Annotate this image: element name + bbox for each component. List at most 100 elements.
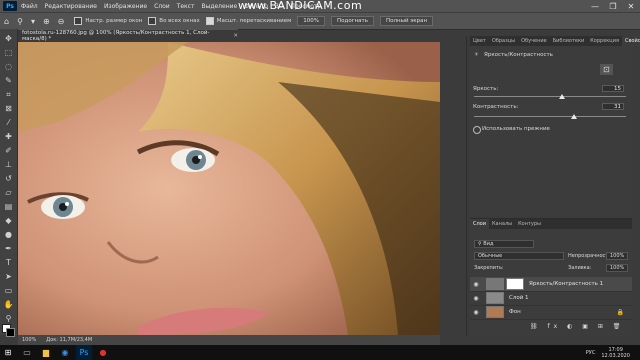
opacity-input[interactable]: 100%	[606, 252, 628, 260]
contrast-label: Контрастность:	[473, 104, 519, 110]
mask-icon[interactable]: ⊡	[600, 64, 613, 75]
layer-thumbnail	[486, 292, 504, 304]
crop-tool-icon[interactable]: ⌗	[3, 89, 14, 100]
tab-swatches[interactable]: Образцы	[489, 36, 518, 46]
status-doc-size: Док: 11,7М/23,4М	[46, 337, 93, 343]
document-canvas[interactable]	[18, 42, 440, 335]
tab-paths[interactable]: Контуры	[515, 219, 544, 229]
lock-label: Закрепить:	[474, 265, 504, 271]
tab-channels[interactable]: Каналы	[489, 219, 515, 229]
minimize-icon[interactable]: —	[586, 0, 604, 12]
path-select-icon[interactable]: ➤	[3, 271, 14, 282]
type-tool-icon[interactable]: T	[3, 257, 14, 268]
language-indicator[interactable]: РУС	[586, 350, 596, 356]
visibility-eye-icon[interactable]: ◉	[470, 309, 482, 316]
quick-select-tool-icon[interactable]: ✎	[3, 75, 14, 86]
history-brush-icon[interactable]: ↺	[3, 173, 14, 184]
zoom-in-icon[interactable]: ⊕	[43, 17, 50, 26]
resize-windows-checkbox[interactable]	[74, 17, 83, 25]
maximize-icon[interactable]: ❐	[604, 0, 622, 12]
fill-input[interactable]: 100%	[606, 264, 628, 272]
layer-row[interactable]: ◉ Слой 1	[470, 291, 632, 306]
lock-icon: 🔒	[616, 308, 624, 316]
blur-tool-icon[interactable]: ◆	[3, 215, 14, 226]
eraser-tool-icon[interactable]: ▱	[3, 187, 14, 198]
document-tab[interactable]: fotostola.ru-128760.jpg @ 100% (Яркость/…	[18, 29, 238, 42]
visibility-eye-icon[interactable]: ◉	[470, 295, 482, 302]
layers-bottom-toolbar[interactable]: ⛓ fx ◐ ▣ ⊞ 🗑	[530, 323, 624, 330]
brightness-slider-thumb[interactable]	[559, 94, 566, 99]
contrast-slider-track[interactable]	[474, 116, 626, 117]
window-controls: — ❐ ✕	[586, 0, 640, 12]
layer-filter-select[interactable]: ⚲ Вид	[474, 240, 534, 248]
tab-properties[interactable]: Свойства	[621, 36, 640, 46]
home-icon[interactable]: ⌂	[4, 17, 9, 26]
close-document-icon[interactable]: ✕	[233, 33, 238, 39]
layer-mask-thumbnail[interactable]	[506, 278, 524, 290]
rectangle-tool-icon[interactable]: ▭	[3, 285, 14, 296]
zoom-tool-small-icon[interactable]: ⚲	[3, 313, 14, 324]
clone-stamp-icon[interactable]: ⊥	[3, 159, 14, 170]
menu-type[interactable]: Текст	[177, 3, 195, 10]
fill-screen-button[interactable]: Полный экран	[380, 16, 434, 26]
lasso-tool-icon[interactable]: ◌	[3, 61, 14, 72]
healing-brush-icon[interactable]: ✚	[3, 131, 14, 142]
layer-filter-value: Вид	[483, 241, 494, 247]
fit-screen-button[interactable]: Подогнать	[331, 16, 375, 26]
layer-row[interactable]: ◉ Яркость/Контрастность 1	[470, 277, 632, 292]
tools-panel: ✥ ⬚ ◌ ✎ ⌗ ⊠ ⁄ ✚ ✐ ⊥ ↺ ▱ ▤ ◆ ● ✒ T ➤ ▭ ✋ …	[0, 29, 18, 337]
fill-label: Заливка:	[568, 265, 592, 271]
menu-image[interactable]: Изображение	[104, 3, 147, 10]
brightness-value[interactable]: 15	[602, 85, 624, 92]
bandicam-taskbar-icon[interactable]: ●	[95, 345, 111, 360]
browser-icon[interactable]: ◉	[57, 345, 73, 360]
tab-adjustments[interactable]: Коррекция	[587, 36, 622, 46]
layer-name: Слой 1	[509, 295, 529, 301]
clock[interactable]: 17:09 12.03.2020	[601, 347, 630, 359]
options-bar: ⌂ ⚲ ▾ ⊕ ⊖ Настр. размер окон Во всех окн…	[0, 12, 640, 30]
zoom-100-button[interactable]: 100%	[297, 16, 326, 26]
tab-color[interactable]: Цвет	[470, 36, 489, 46]
tab-learn[interactable]: Обучение	[518, 36, 550, 46]
chevron-down-icon[interactable]: ▾	[31, 17, 35, 26]
move-tool-icon[interactable]: ✥	[3, 33, 14, 44]
layer-name: Фон	[509, 309, 521, 315]
tab-layers[interactable]: Слои	[470, 219, 489, 229]
use-legacy-radio[interactable]	[473, 126, 481, 134]
close-icon[interactable]: ✕	[622, 0, 640, 12]
pen-tool-icon[interactable]: ✒	[3, 243, 14, 254]
windows-taskbar: ⊞ ▭ ▆ ◉ Ps ● РУС 17:09 12.03.2020	[0, 345, 640, 360]
layer-row[interactable]: ◉ Фон 🔒	[470, 305, 632, 320]
scrubby-zoom-checkbox[interactable]	[205, 17, 214, 25]
brush-tool-icon[interactable]: ✐	[3, 145, 14, 156]
photoshop-logo-icon[interactable]: Ps	[3, 1, 17, 11]
marquee-tool-icon[interactable]: ⬚	[3, 47, 14, 58]
start-icon[interactable]: ⊞	[0, 345, 16, 360]
layer-name: Яркость/Контрастность 1	[529, 281, 604, 287]
menu-select[interactable]: Выделение	[201, 3, 237, 10]
file-explorer-icon[interactable]: ▆	[38, 345, 54, 360]
visibility-eye-icon[interactable]: ◉	[470, 281, 482, 288]
background-color-swatch[interactable]	[6, 328, 15, 337]
contrast-value[interactable]: 31	[602, 103, 624, 110]
gradient-tool-icon[interactable]: ▤	[3, 201, 14, 212]
menu-edit[interactable]: Редактирование	[45, 3, 97, 10]
contrast-slider-thumb[interactable]	[571, 114, 578, 119]
brightness-contrast-icon: ☀	[474, 52, 479, 58]
eyedropper-tool-icon[interactable]: ⁄	[3, 117, 14, 128]
dodge-tool-icon[interactable]: ●	[3, 229, 14, 240]
task-view-icon[interactable]: ▭	[19, 345, 35, 360]
tab-libraries[interactable]: Библиотеки	[550, 36, 588, 46]
scrubby-zoom-label: Масшт. перетаскиванием	[216, 18, 292, 24]
status-zoom[interactable]: 100%	[22, 337, 36, 343]
zoom-out-icon[interactable]: ⊖	[58, 17, 65, 26]
all-windows-checkbox[interactable]	[148, 17, 157, 25]
menu-file[interactable]: Файл	[21, 3, 38, 10]
menu-layers[interactable]: Слои	[154, 3, 170, 10]
hand-tool-icon[interactable]: ✋	[3, 299, 14, 310]
brightness-slider-track[interactable]	[474, 96, 626, 97]
zoom-tool-icon[interactable]: ⚲	[17, 17, 23, 26]
photoshop-taskbar-icon[interactable]: Ps	[76, 345, 92, 360]
frame-tool-icon[interactable]: ⊠	[3, 103, 14, 114]
blend-mode-select[interactable]: Обычные	[474, 252, 564, 260]
